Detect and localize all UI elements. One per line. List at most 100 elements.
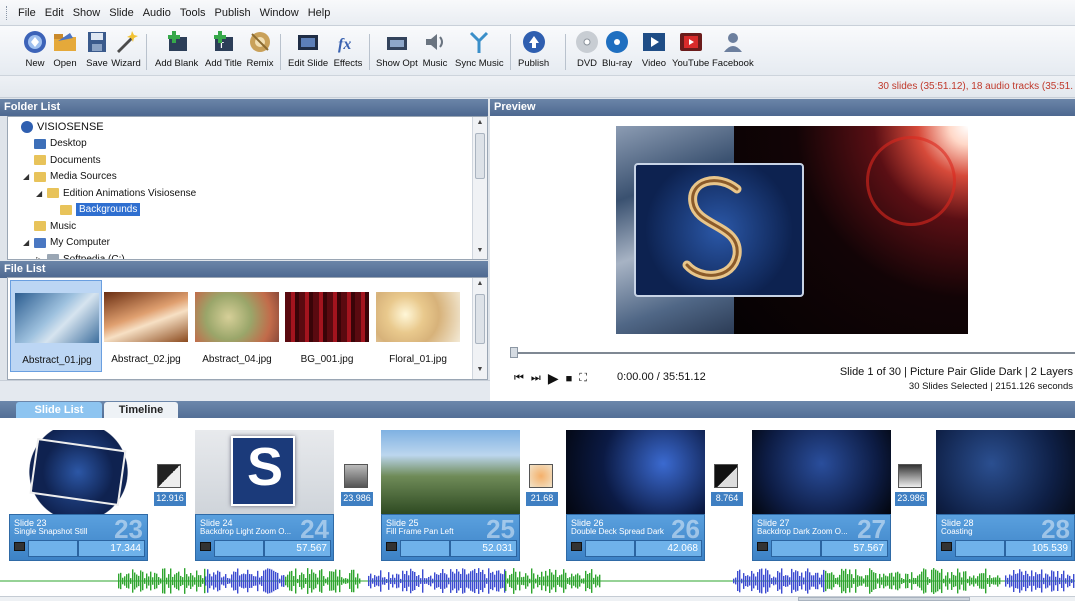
menu-file[interactable]: File [18,7,36,19]
slide-duration[interactable]: 57.567 [264,540,331,557]
bluray-button[interactable]: Blu-ray [602,28,632,74]
tree-item-media-sources[interactable]: ◢ Media Sources [23,169,117,185]
add-title-button[interactable]: T Add Title [205,28,242,74]
slide-duration[interactable]: 17.344 [78,540,145,557]
tree-item-visiosense[interactable]: VISIOSENSE [10,119,104,135]
slide-caption-box[interactable] [585,540,635,557]
slide-caption-box[interactable] [214,540,264,557]
edit-slide-button[interactable]: Edit Slide [288,28,328,74]
facebook-button[interactable]: Facebook [712,28,754,74]
slide-options-icon[interactable] [757,542,768,551]
scroll-up-arrow-icon[interactable]: ▲ [473,119,487,126]
tab-slide-list[interactable]: Slide List [16,402,102,418]
slide-card[interactable]: 25 Slide 25 Fill Frame Pan Left 52.031 [381,430,520,561]
file-list-scrollbar[interactable]: ▲ ▼ [472,278,487,379]
youtube-button[interactable]: YouTube [672,28,709,74]
wizard-button[interactable]: Wizard [111,28,141,74]
preview-progress-track[interactable] [512,352,1075,354]
tree-expander-icon[interactable]: ◢ [23,238,31,247]
scroll-down-arrow-icon[interactable]: ▼ [473,366,487,373]
skip-to-start-icon[interactable]: ⏮ [514,372,524,385]
menu-tools[interactable]: Tools [180,7,206,19]
menu-audio[interactable]: Audio [143,7,171,19]
file-thumbnail[interactable]: Abstract_04.jpg [191,280,283,372]
file-thumbnail[interactable]: Abstract_01.jpg [10,280,102,372]
transition-marker[interactable]: 23.986 [341,464,373,510]
menu-publish[interactable]: Publish [215,7,251,19]
tree-expander-icon[interactable]: ▷ [36,255,44,260]
tree-item-edition-animations-visiosense[interactable]: ◢ Edition Animations Visiosense [36,185,196,201]
sync-music-button[interactable]: Sync Music [455,28,504,74]
publish-button[interactable]: Publish [518,28,549,74]
tree-expander-icon[interactable]: ◢ [23,172,31,181]
slide-card[interactable]: 27 Slide 27 Backdrop Dark Zoom O... 57.567 [752,430,891,561]
transition-marker[interactable]: 21.68 [526,464,558,510]
slide-duration[interactable]: 42.068 [635,540,702,557]
step-forward-icon[interactable]: ⏭ [531,372,541,385]
slide-options-icon[interactable] [941,542,952,551]
tree-expander-icon[interactable]: ◢ [36,189,44,198]
folder-tree[interactable]: VISIOSENSE Desktop Documents ◢ Media Sources… [7,116,488,260]
tab-timeline[interactable]: Timeline [104,402,178,418]
menu-window[interactable]: Window [260,7,299,19]
effects-button[interactable]: fx Effects [333,28,363,74]
scroll-thumb[interactable] [798,597,970,601]
slide-list-scrollbar[interactable] [0,596,1075,601]
transition-duration[interactable]: 8.764 [711,492,743,506]
tree-item-documents[interactable]: Documents [23,152,101,168]
menu-slide[interactable]: Slide [109,7,133,19]
menu-edit[interactable]: Edit [45,7,64,19]
save-button[interactable]: Save [82,28,112,74]
file-thumbnail[interactable]: BG_001.jpg [281,280,373,372]
slide-duration[interactable]: 52.031 [450,540,517,557]
transition-duration[interactable]: 12.916 [154,492,186,506]
slide-card[interactable]: 23 Slide 23 Single Snapshot Still 17.344 [9,430,148,561]
slide-card[interactable]: S 24 Slide 24 Backdrop Light Zoom O... 57.56… [195,430,334,561]
dvd-button[interactable]: DVD [572,28,602,74]
tree-item-desktop[interactable]: Desktop [23,136,87,152]
slide-card[interactable]: 28 Slide 28 Coasting 105.539 [936,430,1075,561]
music-button[interactable]: Music [420,28,450,74]
slide-duration[interactable]: 57.567 [821,540,888,557]
remix-button[interactable]: Remix [245,28,275,74]
stop-icon[interactable]: ■ [566,373,573,385]
slide-options-icon[interactable] [14,542,25,551]
transition-marker[interactable]: 12.916 [154,464,186,510]
scroll-thumb[interactable] [475,133,485,179]
slide-caption-box[interactable] [400,540,450,557]
play-icon[interactable]: ▶ [548,370,559,387]
transition-marker[interactable]: 8.764 [711,464,743,510]
new-button[interactable]: New [20,28,50,74]
tree-item-my-computer[interactable]: ◢ My Computer [23,235,110,251]
slide-caption-box[interactable] [28,540,78,557]
video-button[interactable]: Video [639,28,669,74]
transition-duration[interactable]: 23.986 [341,492,373,506]
transition-marker[interactable]: 23.986 [895,464,927,510]
audio-waveform[interactable] [0,566,1075,596]
menu-show[interactable]: Show [73,7,101,19]
slide-options-icon[interactable] [386,542,397,551]
file-thumbnail[interactable]: Floral_01.jpg [372,280,464,372]
slide-caption-box[interactable] [771,540,821,557]
file-thumbnail[interactable]: Abstract_02.jpg [100,280,192,372]
folder-scrollbar[interactable]: ▲ ▼ [472,117,487,259]
tree-item-backgrounds[interactable]: Backgrounds [49,202,141,218]
preview-progress-handle[interactable] [510,347,518,358]
slide-options-icon[interactable] [571,542,582,551]
show-options-button[interactable]: Show Opt [376,28,418,74]
transition-duration[interactable]: 21.68 [526,492,558,506]
open-button[interactable]: Open [50,28,80,74]
scroll-down-arrow-icon[interactable]: ▼ [473,247,487,254]
tree-item-softpedia-c[interactable]: ▷ Softpedia (C:) [36,251,125,260]
transition-duration[interactable]: 23.986 [895,492,927,506]
slide-duration[interactable]: 105.539 [1005,540,1072,557]
slide-card[interactable]: 26 Slide 26 Double Deck Spread Dark 42.068 [566,430,705,561]
add-blank-button[interactable]: Add Blank [155,28,198,74]
fullscreen-icon[interactable]: ⛶ [579,372,587,385]
slide-options-icon[interactable] [200,542,211,551]
tree-item-music[interactable]: Music [23,218,76,234]
scroll-up-arrow-icon[interactable]: ▲ [473,280,487,287]
menu-help[interactable]: Help [308,7,331,19]
scroll-thumb[interactable] [475,294,485,344]
slide-caption-box[interactable] [955,540,1005,557]
